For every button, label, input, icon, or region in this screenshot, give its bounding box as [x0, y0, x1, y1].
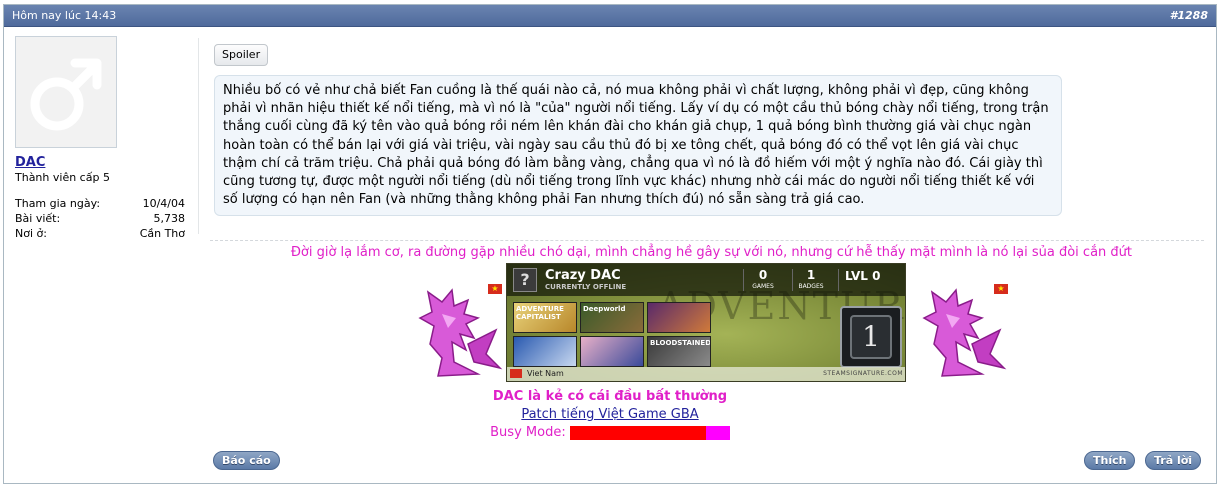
busy-mode-row: Busy Mode:: [0, 425, 1220, 440]
steam-site-name: STEAMSIGNATURE.COM: [823, 370, 903, 377]
stat-label: Bài viết:: [15, 212, 61, 225]
stat-row-location: Nơi ở: Cần Thơ: [15, 227, 185, 242]
dragon-icon: [922, 288, 1007, 377]
game-thumbnail: Deepworld: [580, 302, 644, 333]
like-button[interactable]: Thích: [1084, 451, 1136, 470]
steam-country: Viet Nam: [527, 369, 564, 378]
steam-avatar-icon: ?: [513, 268, 537, 292]
stat-value: 10/4/04: [142, 197, 185, 210]
username-link[interactable]: DAC: [15, 155, 45, 170]
steam-separator: [743, 269, 744, 291]
spoiler-content: Nhiều bố có vẻ như chả biết Fan cuồng là…: [214, 75, 1062, 216]
stat-row-posts: Bài viết: 5,738: [15, 212, 185, 227]
signature-link-row: Patch tiếng Việt Game GBA: [0, 407, 1220, 422]
patch-link[interactable]: Patch tiếng Việt Game GBA: [521, 407, 698, 422]
steam-level-badge-number: 1: [850, 315, 892, 359]
report-button[interactable]: Báo cáo: [213, 451, 280, 470]
steam-separator: [792, 269, 793, 291]
signature-tagline-row: DAC là kẻ có cái đầu bất thường: [0, 389, 1220, 404]
stat-row-joined: Tham gia ngày: 10/4/04: [15, 197, 185, 212]
stat-label: Nơi ở:: [15, 227, 47, 240]
user-info: DAC Thành viên cấp 5 Tham gia ngày: 10/4…: [15, 36, 185, 242]
steam-status: CURRENTLY OFFLINE: [545, 283, 627, 291]
stat-value: 5,738: [153, 212, 186, 225]
stat-value: Cần Thơ: [139, 227, 185, 240]
avatar[interactable]: [15, 36, 117, 148]
steam-profile-name: Crazy DAC: [545, 268, 621, 283]
steam-badges-label: BADGES: [798, 283, 824, 290]
dragon-icon: [418, 288, 503, 377]
steam-badges-count: 1: [806, 268, 816, 282]
post-header: Hôm nay lúc 14:43 #1288: [4, 5, 1216, 27]
post-number-link[interactable]: #1288: [1170, 9, 1208, 22]
steam-games-count: 0: [758, 268, 768, 282]
busy-mode-bar: [569, 425, 730, 440]
steam-games-stat: 0 GAMES: [746, 268, 780, 290]
steam-games-label: GAMES: [752, 283, 774, 290]
busy-mode-label: Busy Mode:: [490, 425, 566, 440]
signature-tagline: DAC là kẻ có cái đầu bất thường: [492, 389, 728, 404]
steam-signature-card[interactable]: ADVENTURE ? Crazy DAC CURRENTLY OFFLINE …: [506, 263, 906, 382]
busy-mode-fill: [569, 425, 706, 440]
steam-card-footer: Viet Nam STEAMSIGNATURE.COM: [507, 367, 905, 381]
game-thumbnail: [513, 336, 577, 367]
steam-level: LVL 0: [845, 269, 881, 283]
male-symbol-icon: [30, 58, 102, 131]
signature-quote: Đời giờ lạ lắm cơ, ra đường gặp nhiều ch…: [290, 245, 1132, 260]
game-thumbnail: [647, 302, 711, 333]
signature-divider: [210, 240, 1204, 241]
user-stats: Tham gia ngày: 10/4/04 Bài viết: 5,738 N…: [15, 197, 185, 242]
spoiler-button[interactable]: Spoiler: [214, 44, 269, 66]
steam-card-header: ? Crazy DAC CURRENTLY OFFLINE 0 GAMES 1 …: [507, 264, 905, 296]
stat-label: Tham gia ngày:: [15, 197, 101, 210]
steam-badges-stat: 1 BADGES: [794, 268, 828, 290]
column-divider: [198, 38, 199, 234]
steam-separator: [838, 269, 839, 291]
steam-level-badge: 1: [840, 306, 902, 368]
reply-button[interactable]: Trả lời: [1145, 451, 1202, 470]
steam-games-grid: ADVENTURE CAPITALIST Deepworld BLOODSTAI…: [513, 302, 711, 367]
post-time: Hôm nay lúc 14:43: [12, 9, 117, 22]
game-thumbnail: [580, 336, 644, 367]
game-thumbnail: BLOODSTAINED: [647, 336, 711, 367]
user-title: Thành viên cấp 5: [15, 171, 110, 184]
game-thumbnail: ADVENTURE CAPITALIST: [513, 302, 577, 333]
vietnam-flag-icon: [510, 369, 522, 378]
